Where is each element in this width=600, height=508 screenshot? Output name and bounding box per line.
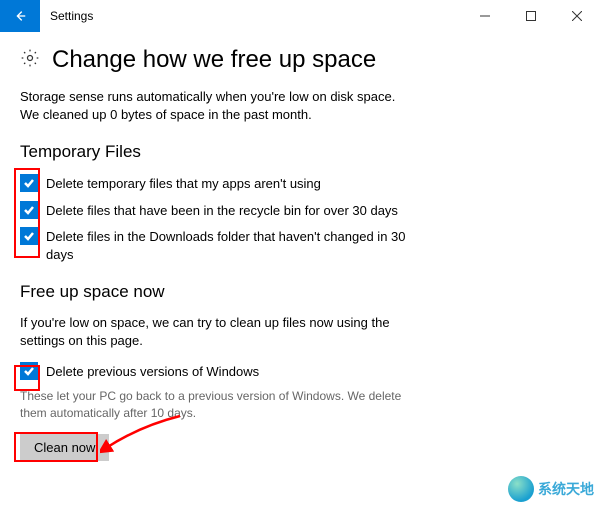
section-title-free-up-now: Free up space now — [20, 282, 580, 302]
checkbox-delete-temp-files[interactable]: Delete temporary files that my apps aren… — [20, 174, 580, 193]
checkbox-label: Delete files that have been in the recyc… — [46, 201, 398, 220]
minimize-button[interactable] — [462, 0, 508, 32]
titlebar: Settings — [0, 0, 600, 32]
page-description: Storage sense runs automatically when yo… — [20, 88, 580, 124]
minimize-icon — [480, 11, 490, 21]
arrow-left-icon — [13, 9, 27, 23]
checkbox-delete-downloads[interactable]: Delete files in the Downloads folder tha… — [20, 227, 580, 263]
checkbox-label: Delete temporary files that my apps aren… — [46, 174, 321, 193]
watermark-logo-icon — [508, 476, 534, 502]
checkbox-label: Delete previous versions of Windows — [46, 362, 259, 381]
maximize-icon — [526, 11, 536, 21]
page-header: Change how we free up space — [20, 46, 580, 74]
checkbox-icon — [20, 201, 38, 219]
back-button[interactable] — [0, 0, 40, 32]
checkbox-delete-previous-windows[interactable]: Delete previous versions of Windows — [20, 362, 580, 381]
previous-windows-note: These let your PC go back to a previous … — [20, 388, 420, 422]
close-icon — [572, 11, 582, 21]
close-button[interactable] — [554, 0, 600, 32]
free-up-description: If you're low on space, we can try to cl… — [20, 314, 420, 350]
gear-icon — [20, 48, 40, 73]
page-title: Change how we free up space — [52, 46, 376, 74]
section-title-temp-files: Temporary Files — [20, 142, 580, 162]
checkbox-icon — [20, 227, 38, 245]
checkbox-icon — [20, 362, 38, 380]
watermark-text: 系统天地 — [538, 479, 594, 499]
watermark: 系统天地 — [508, 476, 594, 502]
content-area: Change how we free up space Storage sens… — [0, 32, 600, 461]
maximize-button[interactable] — [508, 0, 554, 32]
window-title: Settings — [40, 0, 103, 32]
checkbox-delete-recycle-bin[interactable]: Delete files that have been in the recyc… — [20, 201, 580, 220]
clean-now-button[interactable]: Clean now — [20, 434, 109, 461]
checkbox-icon — [20, 174, 38, 192]
checkbox-label: Delete files in the Downloads folder tha… — [46, 227, 426, 263]
